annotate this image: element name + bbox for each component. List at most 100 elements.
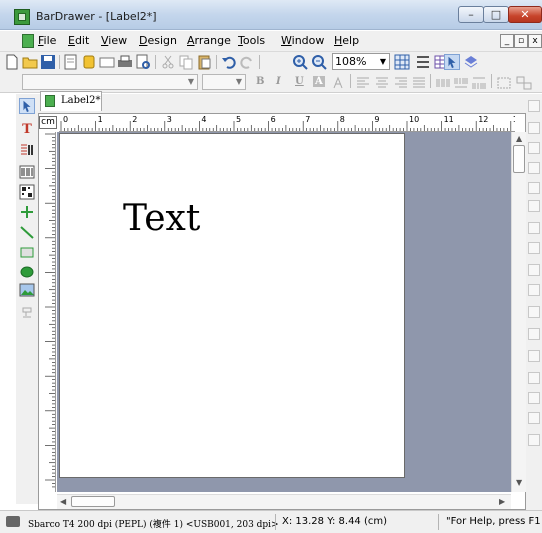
vertical-scrollbar[interactable]: ▲ ▼ [511, 132, 526, 492]
barcode-text-icon[interactable] [453, 75, 469, 91]
align-bottom-edge-icon[interactable] [528, 200, 540, 212]
ungroup-icon[interactable] [516, 75, 532, 91]
label-page[interactable] [59, 133, 405, 478]
text-color-button[interactable]: A [313, 76, 325, 87]
align-left-edge-icon[interactable] [528, 100, 540, 112]
align-top-edge-icon[interactable] [528, 162, 540, 174]
text-tool-icon[interactable]: T [19, 122, 35, 138]
menu-help[interactable]: Help [334, 34, 359, 47]
menu-file[interactable]: File [38, 34, 56, 47]
ruler-tick-label: 6 [271, 115, 276, 124]
zoom-in-icon[interactable] [292, 54, 308, 70]
cross-line-tool-icon[interactable] [19, 204, 35, 220]
menu-window[interactable]: Window [281, 34, 324, 47]
zoom-out-icon[interactable] [311, 54, 327, 70]
database-icon[interactable] [81, 54, 97, 70]
line-tool-icon[interactable] [19, 224, 35, 240]
scroll-right-icon[interactable]: ▶ [499, 497, 505, 506]
lock-icon[interactable] [528, 412, 540, 424]
rectangle-tool-icon[interactable] [19, 244, 35, 260]
print-icon[interactable] [117, 54, 133, 70]
ellipse-tool-icon[interactable] [19, 264, 35, 280]
unlock-icon[interactable] [528, 434, 540, 446]
font-size-icon[interactable] [332, 75, 348, 91]
mdi-minimize-button[interactable]: _ [500, 34, 514, 48]
ruler-tick-label: 0 [63, 115, 68, 124]
scroll-left-icon[interactable]: ◀ [60, 497, 66, 506]
space-vertical-icon[interactable] [528, 284, 540, 296]
scroll-up-icon[interactable]: ▲ [516, 134, 522, 143]
menu-design[interactable]: Design [139, 34, 177, 47]
rotate-90-icon[interactable] [528, 392, 540, 404]
scroll-down-icon[interactable]: ▼ [516, 478, 522, 487]
rotate-icon[interactable] [528, 350, 540, 362]
align-right-edge-icon[interactable] [528, 142, 540, 154]
underline-button[interactable]: U [295, 76, 304, 87]
align-center-icon[interactable] [374, 75, 390, 91]
page-setup-icon[interactable] [63, 54, 79, 70]
menu-view[interactable]: View [101, 34, 127, 47]
grid-icon[interactable] [394, 54, 410, 70]
title-bar: BarDrawer - [Label2*] – □ ✕ [0, 0, 542, 30]
ruler-tick-label: 8 [340, 115, 345, 124]
paste-icon[interactable] [196, 54, 212, 70]
barcode-tool-icon[interactable] [19, 164, 35, 180]
save-icon[interactable] [40, 54, 56, 70]
align-left-icon[interactable] [355, 75, 371, 91]
center-horizontal-icon[interactable] [528, 306, 540, 318]
2d-barcode-tool-icon[interactable] [19, 184, 35, 200]
font-name-select[interactable]: ▼ [22, 74, 198, 90]
horizontal-scroll-thumb[interactable] [71, 496, 115, 507]
align-center-edge-icon[interactable] [528, 122, 540, 134]
paragraph-tool-icon[interactable] [19, 142, 35, 158]
label-text-object[interactable]: Text [123, 198, 200, 239]
font-size-select[interactable]: ▼ [202, 74, 246, 90]
tab-label2[interactable]: Label2* [40, 91, 102, 111]
maximize-button[interactable]: □ [483, 6, 509, 23]
barcode-abc-icon[interactable] [471, 75, 487, 91]
close-button[interactable]: ✕ [508, 6, 542, 23]
print-preview-icon[interactable] [135, 54, 151, 70]
minimize-button[interactable]: – [458, 6, 484, 23]
justify-icon[interactable] [411, 75, 427, 91]
new-file-icon[interactable] [4, 54, 20, 70]
align-right-icon[interactable] [393, 75, 409, 91]
same-width-icon[interactable] [528, 222, 540, 234]
undo-icon[interactable] [221, 54, 237, 70]
redo-icon[interactable] [239, 54, 255, 70]
open-folder-icon[interactable] [22, 54, 38, 70]
cut-icon[interactable] [160, 54, 176, 70]
menu-tools[interactable]: Tools [238, 34, 265, 47]
window-title: BarDrawer - [Label2*] [36, 10, 157, 23]
align-middle-edge-icon[interactable] [528, 182, 540, 194]
barcode-format-icon[interactable] [435, 75, 451, 91]
stamp-tool-icon[interactable] [19, 304, 35, 320]
menu-arrange[interactable]: Arrange [187, 34, 231, 47]
picture-tool-icon[interactable] [19, 282, 35, 298]
bold-button[interactable]: B [256, 76, 264, 87]
horizontal-ruler: 012345678910111213 [59, 114, 515, 132]
space-horizontal-icon[interactable] [528, 264, 540, 276]
ruler-tick-label: 1 [98, 115, 103, 124]
layer-icon[interactable] [463, 54, 479, 70]
copy-icon[interactable] [178, 54, 194, 70]
menu-edit[interactable]: Edit [68, 34, 89, 47]
italic-button[interactable]: I [276, 76, 281, 87]
center-vertical-icon[interactable] [528, 328, 540, 340]
label-icon[interactable] [99, 54, 115, 70]
status-bar: Sbarco T4 200 dpi (PEPL) (複件 1) <USB001,… [0, 510, 542, 533]
pointer-tool-icon[interactable] [19, 98, 35, 114]
flip-icon[interactable] [528, 372, 540, 384]
ruler-unit-button[interactable]: cm [39, 116, 57, 129]
ruler-tick-label: 3 [167, 115, 172, 124]
horizontal-scrollbar[interactable]: ◀ ▶ [57, 494, 511, 509]
vertical-scroll-thumb[interactable] [513, 145, 525, 173]
select-mode-icon[interactable] [444, 54, 460, 70]
zoom-select[interactable]: 108% ▼ [332, 53, 390, 70]
frame-icon[interactable] [496, 75, 512, 91]
mdi-close-button[interactable]: x [528, 34, 542, 48]
mdi-restore-button[interactable]: ▫ [514, 34, 528, 48]
ruler-tick-label: 9 [374, 115, 379, 124]
align-objects-icon[interactable] [415, 54, 431, 70]
same-height-icon[interactable] [528, 242, 540, 254]
